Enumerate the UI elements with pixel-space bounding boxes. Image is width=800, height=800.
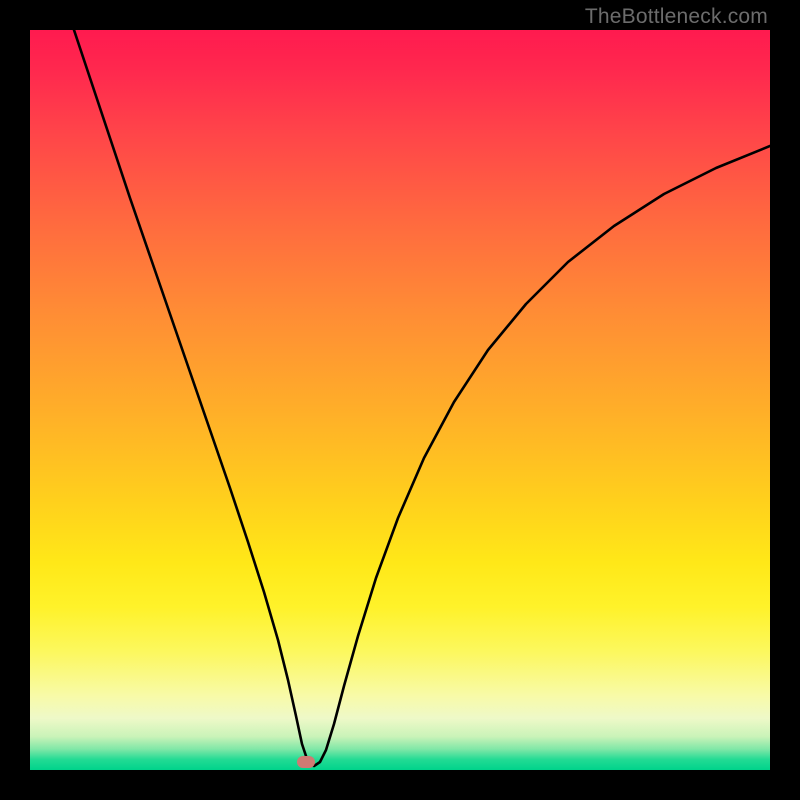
- optimum-marker: [297, 756, 315, 768]
- chart-frame: TheBottleneck.com: [0, 0, 800, 800]
- plot-area: [30, 30, 770, 770]
- bottleneck-curve: [30, 30, 770, 770]
- watermark-text: TheBottleneck.com: [585, 5, 768, 29]
